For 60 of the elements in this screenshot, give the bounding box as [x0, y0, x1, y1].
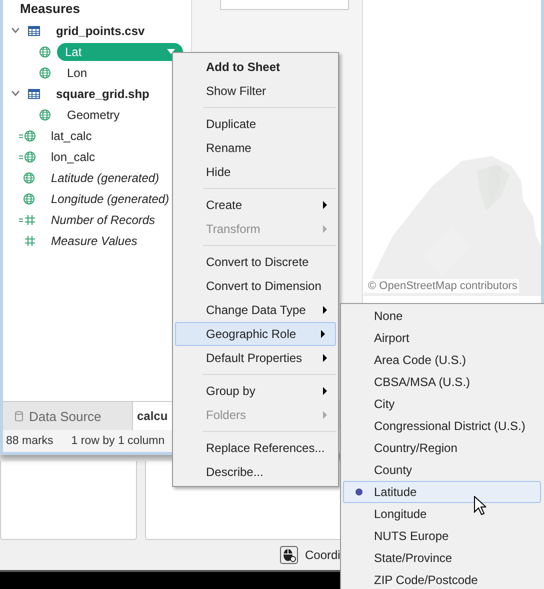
menu-item[interactable]: City: [341, 393, 541, 415]
globe-icon: [23, 192, 35, 204]
menu-item[interactable]: Congressional District (U.S.): [341, 415, 541, 437]
menu-item[interactable]: CBSA/MSA (U.S.): [341, 371, 541, 393]
field-label[interactable]: grid_points.csv: [54, 22, 147, 38]
calc-globe-icon: [19, 150, 37, 162]
calc-hash-icon: [19, 214, 37, 226]
pane-title: Measures: [19, 0, 81, 18]
chevron-icon[interactable]: [11, 27, 20, 34]
globe-icon: [39, 66, 51, 78]
status-text: Coordi: [305, 548, 340, 562]
globe-icon: [23, 172, 35, 184]
field-label[interactable]: Number of Records: [49, 212, 158, 228]
menu-item[interactable]: None: [341, 305, 541, 327]
globe-icon: [39, 46, 51, 58]
globe-icon: [39, 108, 51, 120]
menu-item[interactable]: Area Code (U.S.): [341, 349, 541, 371]
menu-item[interactable]: Show Filter: [173, 79, 338, 103]
field-label[interactable]: square_grid.shp: [54, 86, 152, 102]
menu-item[interactable]: Convert to Discrete: [173, 250, 338, 274]
radio-dot-icon: [355, 488, 363, 496]
menu-item[interactable]: Geographic Role: [175, 322, 336, 346]
sheet-tab[interactable]: calcu: [133, 402, 173, 430]
menu-item[interactable]: Convert to Dimension: [173, 274, 338, 298]
map-attribution: © OpenStreetMap contributors: [366, 279, 520, 293]
menu-item[interactable]: Replace References...: [173, 436, 338, 460]
text-field[interactable]: [220, 0, 349, 10]
field-label[interactable]: lat_calc: [49, 128, 94, 144]
menu-item[interactable]: Longitude: [341, 503, 541, 525]
status-text: 88 marks: [6, 435, 54, 447]
menu-item[interactable]: Airport: [341, 327, 541, 349]
menu-item[interactable]: Create: [173, 193, 338, 217]
menu-item[interactable]: Rename: [173, 136, 338, 160]
menu-item[interactable]: ZIP Code/Postcode: [341, 569, 541, 589]
menu-item[interactable]: State/Province: [341, 547, 541, 569]
chevron-icon[interactable]: [11, 90, 20, 97]
menu-item[interactable]: County: [341, 459, 541, 481]
menu-item[interactable]: Duplicate: [173, 112, 338, 136]
menu-item[interactable]: Describe...: [173, 460, 338, 484]
menu-item[interactable]: Change Data Type: [173, 298, 338, 322]
status-text: 1 row by 1 column: [71, 435, 165, 447]
menu-item[interactable]: Hide: [173, 160, 338, 184]
mouse-icon[interactable]: [280, 546, 298, 564]
field-label[interactable]: Geometry: [65, 106, 122, 122]
menu-item[interactable]: NUTS Europe: [341, 525, 541, 547]
calc-globe-icon: [19, 130, 37, 142]
menu-item[interactable]: Country/Region: [341, 437, 541, 459]
field-label[interactable]: Latitude (generated): [49, 170, 162, 186]
field-label[interactable]: Measure Values: [49, 232, 140, 248]
field-label[interactable]: Lon: [65, 64, 90, 80]
menu-item[interactable]: Latitude: [343, 481, 541, 503]
menu-item[interactable]: Default Properties: [173, 346, 338, 370]
field-label[interactable]: lon_calc: [49, 148, 98, 164]
dropdown-caret-icon[interactable]: [167, 49, 175, 54]
menu-item[interactable]: Group by: [173, 379, 338, 403]
table-icon: [28, 24, 40, 36]
table-icon: [28, 88, 40, 100]
field-label[interactable]: Longitude (generated): [49, 190, 172, 206]
cursor-icon: [474, 496, 486, 515]
database-icon: [15, 410, 23, 422]
